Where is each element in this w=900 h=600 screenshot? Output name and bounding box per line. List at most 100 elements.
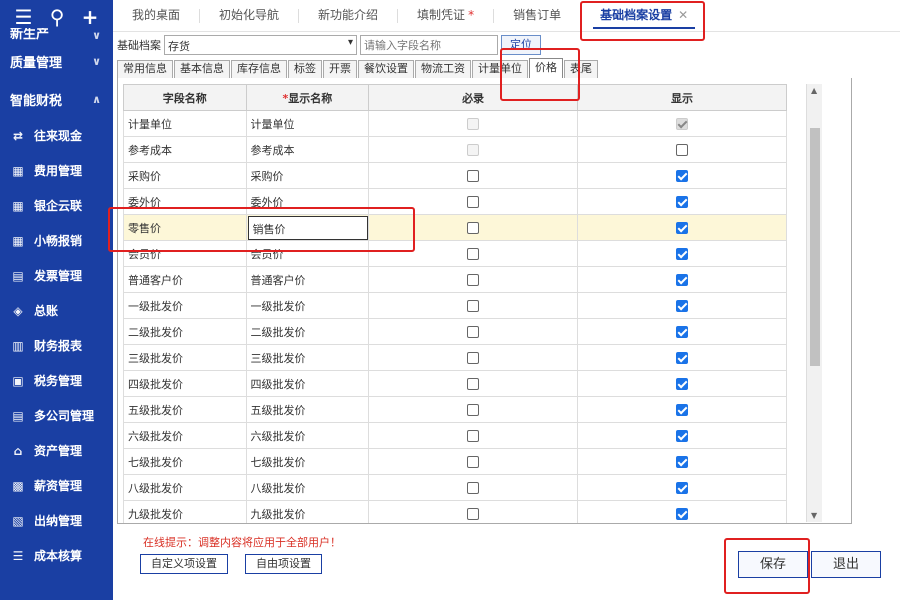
sidebar-item[interactable]: ▩ 薪资管理 — [0, 468, 113, 503]
required-checkbox[interactable] — [467, 352, 480, 364]
required-checkbox[interactable] — [467, 404, 480, 416]
required-checkbox[interactable] — [467, 326, 480, 338]
required-checkbox[interactable] — [467, 508, 480, 520]
table-row[interactable]: 八级批发价 八级批发价 — [123, 474, 787, 501]
display-name-cell[interactable]: 九级批发价 — [245, 500, 370, 523]
required-checkbox[interactable] — [467, 170, 480, 182]
show-cell[interactable] — [577, 292, 787, 319]
table-row[interactable]: 五级批发价 五级批发价 — [123, 396, 787, 423]
sidebar-item[interactable]: ▤ 多公司管理 — [0, 398, 113, 433]
display-name-cell[interactable]: 计量单位 — [245, 110, 370, 137]
display-name-cell[interactable]: 一级批发价 — [245, 292, 370, 319]
required-checkbox[interactable] — [467, 430, 480, 442]
required-cell[interactable] — [368, 344, 579, 371]
show-checkbox[interactable] — [676, 326, 689, 338]
tab[interactable]: 销售订单 — [494, 0, 580, 32]
subtab[interactable]: 库存信息 — [231, 60, 287, 78]
tab[interactable]: 初始化导航 — [200, 0, 298, 32]
show-cell[interactable] — [577, 344, 787, 371]
scroll-up-icon[interactable]: ▲ — [811, 86, 817, 95]
show-checkbox[interactable] — [676, 274, 689, 286]
col-field-name[interactable]: 字段名称 — [123, 84, 247, 111]
table-row[interactable]: 三级批发价 三级批发价 — [123, 344, 787, 371]
show-cell[interactable] — [577, 396, 787, 423]
show-checkbox[interactable] — [676, 378, 689, 390]
display-name-cell[interactable]: 四级批发价 — [245, 370, 370, 397]
add-icon[interactable]: + — [82, 7, 99, 27]
required-cell[interactable] — [368, 422, 579, 449]
table-row[interactable]: 普通客户价 普通客户价 — [123, 266, 787, 293]
required-cell[interactable] — [368, 396, 579, 423]
required-checkbox[interactable] — [467, 300, 480, 312]
required-cell[interactable] — [368, 370, 579, 397]
sidebar-item[interactable]: ▦ 小畅报销 — [0, 223, 113, 258]
required-checkbox[interactable] — [467, 482, 480, 494]
tab[interactable]: 新功能介绍 — [299, 0, 397, 32]
show-checkbox[interactable] — [676, 170, 689, 182]
table-row[interactable]: 九级批发价 九级批发价 — [123, 500, 787, 523]
exit-button[interactable]: 退出 — [811, 551, 881, 578]
scroll-down-icon[interactable]: ▼ — [811, 511, 817, 520]
table-row[interactable]: 六级批发价 六级批发价 — [123, 422, 787, 449]
show-cell[interactable] — [577, 448, 787, 475]
required-cell[interactable] — [368, 500, 579, 523]
show-checkbox[interactable] — [676, 300, 689, 312]
display-name-cell[interactable]: 三级批发价 — [245, 344, 370, 371]
subtab[interactable]: 物流工资 — [415, 60, 471, 78]
custom-items-button[interactable]: 自定义项设置 — [140, 554, 228, 574]
sidebar-item[interactable]: ▧ 出纳管理 — [0, 503, 113, 538]
subtab[interactable]: 餐饮设置 — [358, 60, 414, 78]
table-row[interactable]: 计量单位 计量单位 — [123, 110, 787, 137]
table-row[interactable]: 参考成本 参考成本 — [123, 136, 787, 163]
sidebar-item[interactable]: ☰ 成本核算 — [0, 538, 113, 573]
sidebar-item[interactable]: ▤ 发票管理 — [0, 258, 113, 293]
show-checkbox[interactable] — [676, 508, 689, 520]
show-checkbox[interactable] — [676, 482, 689, 494]
menu-icon[interactable]: ☰ — [15, 7, 33, 27]
sidebar-category[interactable]: 智能财税 ∧ — [0, 80, 113, 118]
show-cell[interactable] — [577, 318, 787, 345]
sidebar-item[interactable]: ▣ 税务管理 — [0, 363, 113, 398]
table-row[interactable]: 七级批发价 七级批发价 — [123, 448, 787, 475]
subtab[interactable]: 开票 — [323, 60, 357, 78]
sidebar-item[interactable]: ⇄ 往来现金 — [0, 118, 113, 153]
show-cell[interactable] — [577, 370, 787, 397]
required-checkbox[interactable] — [467, 378, 480, 390]
show-checkbox[interactable] — [676, 248, 689, 260]
display-name-cell[interactable]: 二级批发价 — [245, 318, 370, 345]
sidebar-item[interactable]: ▥ 财务报表 — [0, 328, 113, 363]
required-cell[interactable] — [368, 474, 579, 501]
required-checkbox[interactable] — [467, 222, 480, 234]
show-cell[interactable] — [577, 162, 787, 189]
show-cell[interactable] — [577, 188, 787, 215]
required-cell[interactable] — [368, 318, 579, 345]
sidebar-item[interactable]: ▦ 银企云联 — [0, 188, 113, 223]
show-checkbox[interactable] — [676, 144, 689, 156]
sidebar-category-partial[interactable]: 新生产 ∨ — [0, 28, 113, 42]
sidebar-item[interactable]: ⌂ 资产管理 — [0, 433, 113, 468]
required-checkbox[interactable] — [467, 274, 480, 286]
show-checkbox[interactable] — [676, 430, 689, 442]
sidebar-category[interactable]: 质量管理 ∨ — [0, 42, 113, 80]
table-row[interactable]: 二级批发价 二级批发价 — [123, 318, 787, 345]
show-cell[interactable] — [577, 266, 787, 293]
show-cell[interactable] — [577, 136, 787, 163]
show-checkbox[interactable] — [676, 196, 689, 208]
required-cell[interactable] — [368, 162, 579, 189]
show-cell[interactable] — [577, 474, 787, 501]
col-display-name[interactable]: *显示名称 — [245, 84, 370, 111]
subtab[interactable]: 基本信息 — [174, 60, 230, 78]
required-checkbox[interactable] — [467, 196, 480, 208]
grid-scrollbar[interactable]: ▲ ▼ — [806, 84, 822, 522]
required-checkbox[interactable] — [467, 248, 480, 260]
search-icon[interactable]: ⚲ — [50, 7, 65, 27]
tab[interactable]: 我的桌面 — [113, 0, 199, 32]
show-checkbox[interactable] — [676, 456, 689, 468]
show-cell[interactable] — [577, 422, 787, 449]
table-row[interactable]: 一级批发价 一级批发价 — [123, 292, 787, 319]
show-cell[interactable] — [577, 110, 787, 137]
archive-select[interactable]: 存货 ▾ — [164, 35, 357, 55]
display-name-cell[interactable]: 参考成本 — [245, 136, 370, 163]
show-checkbox[interactable] — [676, 352, 689, 364]
required-cell[interactable] — [368, 448, 579, 475]
